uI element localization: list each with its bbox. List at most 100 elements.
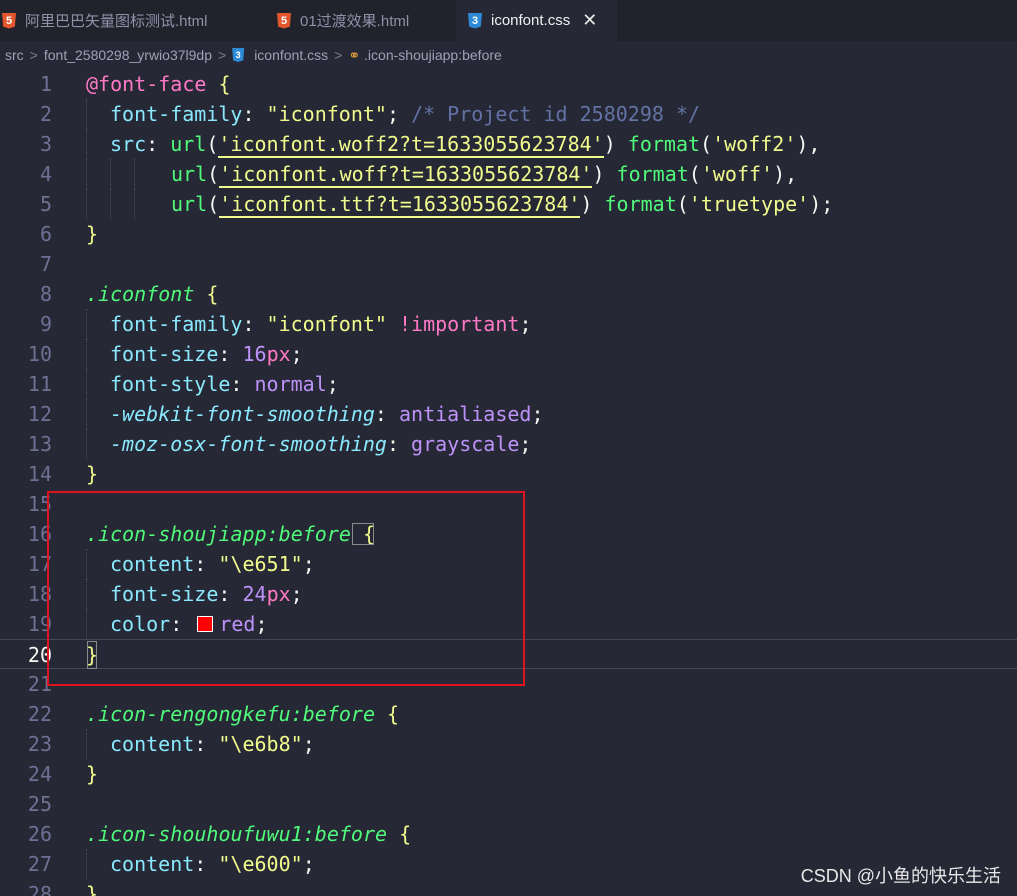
code-line: 4 url('iconfont.woff?t=1633055623784') f… [0, 159, 1017, 189]
line-number: 2 [39, 102, 52, 126]
tab-label: iconfont.css [491, 12, 571, 29]
property: font-family [110, 102, 243, 126]
semicolon: ; [386, 102, 412, 126]
url-link[interactable]: 'iconfont.ttf?t=1633055623784' [219, 192, 581, 218]
line-number: 26 [27, 822, 52, 846]
tab-html-vector-test[interactable]: 5 阿里巴巴矢量图标测试.html [0, 0, 258, 41]
code-line: 6 } [0, 219, 1017, 249]
selector: .icon-shouhoufuwu1 [86, 822, 303, 846]
tab-bar: 5 阿里巴巴矢量图标测试.html 5 01过渡效果.html 3 iconfo… [0, 0, 1017, 41]
string: "iconfont" [266, 102, 387, 126]
code-line: 12 -webkit-font-smoothing: antialiased; [0, 399, 1017, 429]
code-line: 13 -moz-osx-font-smoothing: grayscale; [0, 429, 1017, 459]
string: 'woff2' [712, 132, 797, 156]
code-line: 7 [0, 249, 1017, 279]
indent-guide [110, 189, 111, 219]
line-number: 19 [27, 612, 52, 636]
line-number: 12 [27, 402, 52, 426]
string: 'truetype' [688, 192, 810, 216]
code-editor[interactable]: 1 @font-face { 2 font-family: "iconfont"… [0, 69, 1017, 896]
url-link[interactable]: 'iconfont.woff2?t=1633055623784' [218, 132, 604, 158]
line-number: 13 [27, 432, 52, 456]
number: 16 [242, 342, 267, 366]
brace: } [86, 462, 99, 486]
string: "\e6b8" [218, 732, 303, 756]
important-keyword: !important [399, 312, 520, 336]
line-number: 14 [27, 462, 52, 486]
function: url [171, 162, 208, 186]
code-line: 5 url('iconfont.ttf?t=1633055623784') fo… [0, 189, 1017, 219]
code-line: 24 } [0, 759, 1017, 789]
function: url [171, 192, 208, 216]
unit: px [266, 342, 291, 366]
css3-icon: 3 [468, 12, 482, 29]
punct: ), [773, 162, 798, 186]
selector: .iconfont [86, 282, 195, 306]
indent-guide [86, 729, 87, 759]
url-link[interactable]: 'iconfont.woff?t=1633055623784' [219, 162, 593, 188]
indent-guide [86, 849, 87, 879]
code-line: 11 font-style: normal; [0, 369, 1017, 399]
line-number: 23 [27, 732, 52, 756]
brace: } [86, 882, 99, 896]
close-icon[interactable]: ✕ [582, 10, 597, 31]
line-number: 4 [39, 162, 52, 186]
colon: : [242, 102, 267, 126]
code-line: 14 } [0, 459, 1017, 489]
highlight-box [47, 491, 525, 686]
string: "iconfont" [266, 312, 387, 336]
value: normal [254, 372, 327, 396]
indent-guide [134, 159, 135, 189]
line-number: 25 [27, 792, 52, 816]
line-number: 28 [27, 882, 52, 896]
code-line: 1 @font-face { [0, 69, 1017, 99]
code-line: 23 content: "\e6b8"; [0, 729, 1017, 759]
indent-guide [86, 99, 87, 129]
breadcrumb-item-symbol[interactable]: .icon-shoujiapp:before [364, 47, 502, 63]
function: url [170, 132, 207, 156]
chevron-right-icon: > [218, 47, 227, 63]
breadcrumb: src > font_2580298_yrwio37l9dp > 3 iconf… [0, 41, 1017, 69]
tab-iconfont-css[interactable]: 3 iconfont.css ✕ [456, 0, 617, 41]
line-number: 7 [39, 252, 52, 276]
tab-transition-html[interactable]: 5 01过渡效果.html [270, 0, 450, 41]
chevron-right-icon: > [29, 47, 38, 63]
punct: ), [796, 132, 821, 156]
line-number: 16 [27, 522, 52, 546]
brace: { [206, 72, 231, 96]
indent-guide [86, 129, 87, 159]
watermark: CSDN @小鱼的快乐生活 [800, 866, 1001, 886]
string: 'woff' [700, 162, 774, 186]
pseudo-element: :before [302, 822, 388, 846]
code-line: 10 font-size: 16px; [0, 339, 1017, 369]
property: content [110, 732, 195, 756]
line-number: 11 [27, 372, 52, 396]
symbol-class-icon: ⚭ [348, 46, 361, 63]
property: font-size [110, 342, 219, 366]
indent-guide [86, 309, 87, 339]
colon: : [146, 132, 171, 156]
code-line: 22 .icon-rengongkefu:before { [0, 699, 1017, 729]
line-number: 22 [27, 702, 52, 726]
property: src [110, 132, 147, 156]
brace: { [375, 702, 400, 726]
code-line: 25 [0, 789, 1017, 819]
breadcrumb-item-file[interactable]: iconfont.css [254, 47, 328, 63]
code-line: 3 src: url('iconfont.woff2?t=16330556237… [0, 129, 1017, 159]
pseudo-element: :before [290, 702, 375, 726]
brace: } [86, 222, 99, 246]
vendor-property: -webkit-font-smoothing [110, 402, 375, 426]
indent-guide [86, 339, 87, 369]
breadcrumb-item-src[interactable]: src [5, 47, 24, 63]
line-number: 27 [27, 852, 52, 876]
breadcrumb-item-folder[interactable]: font_2580298_yrwio37l9dp [44, 47, 212, 63]
function: format [616, 162, 689, 186]
punct: ); [809, 192, 834, 216]
property: content [110, 852, 195, 876]
line-number: 17 [27, 552, 52, 576]
line-number: 15 [27, 492, 52, 516]
line-number: 18 [27, 582, 52, 606]
value: antialiased [399, 402, 532, 426]
indent-guide [86, 399, 87, 429]
comment: /* Project id 2580298 */ [411, 102, 701, 126]
